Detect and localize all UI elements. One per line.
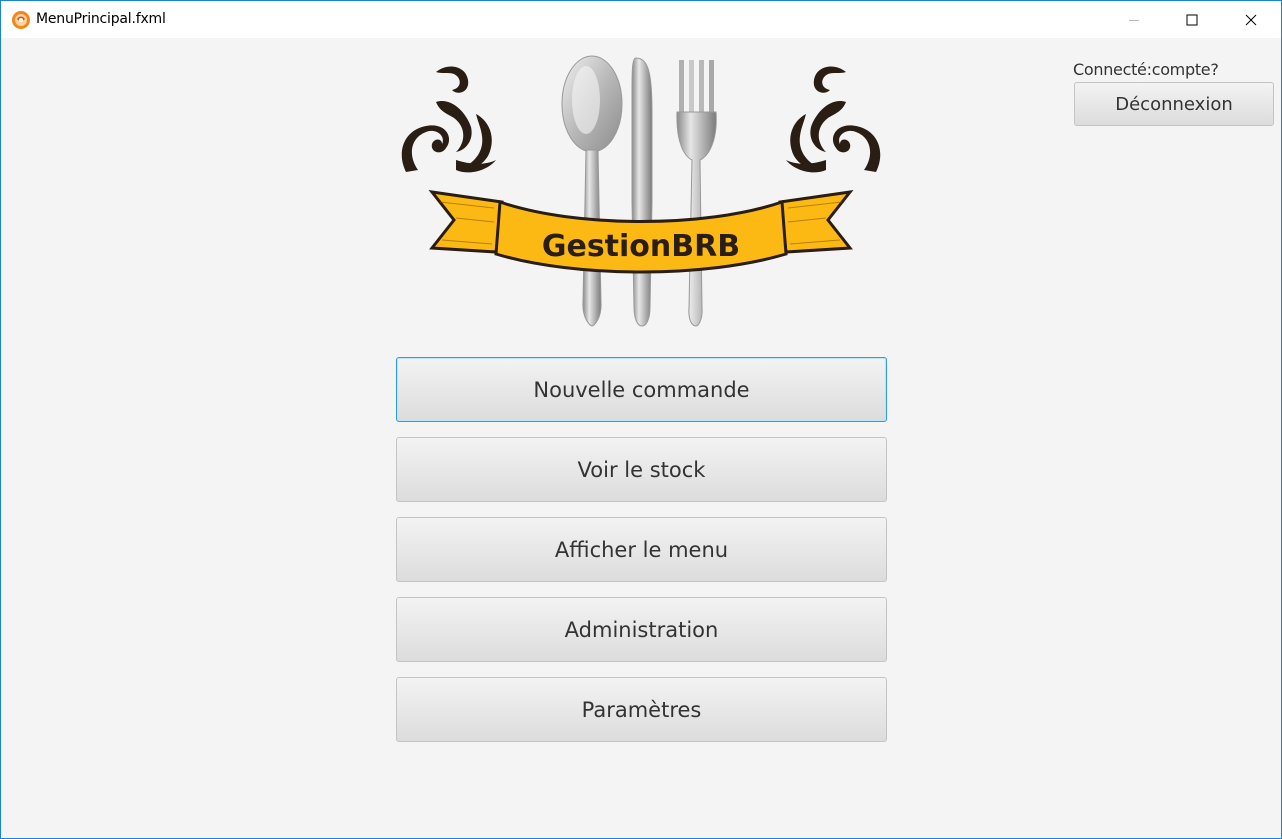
- administration-button[interactable]: Administration: [396, 597, 887, 662]
- app-window: MenuPrincipal.fxml GestionBRB Connecté:c…: [0, 0, 1282, 839]
- window-title: MenuPrincipal.fxml: [36, 11, 166, 27]
- new-order-button[interactable]: Nouvelle commande: [396, 357, 887, 422]
- close-icon: [1245, 14, 1257, 25]
- java-fx-app-icon: [12, 11, 30, 29]
- close-button[interactable]: [1228, 1, 1274, 38]
- fork-icon: [676, 60, 717, 327]
- show-menu-button[interactable]: Afficher le menu: [396, 517, 887, 582]
- maximize-icon: [1186, 14, 1198, 25]
- maximize-button[interactable]: [1169, 1, 1215, 38]
- connected-user-label: Connecté:compte?: [1073, 60, 1219, 79]
- gestionbrb-logo: GestionBRB: [401, 55, 881, 327]
- view-stock-button[interactable]: Voir le stock: [396, 437, 887, 502]
- settings-button[interactable]: Paramètres: [396, 677, 887, 742]
- title-bar[interactable]: MenuPrincipal.fxml: [1, 1, 1281, 38]
- logout-button[interactable]: Déconnexion: [1074, 82, 1274, 126]
- minimize-icon: [1129, 19, 1139, 21]
- right-flourish-icon: [786, 66, 881, 173]
- spoon-icon: [561, 55, 623, 327]
- knife-icon: [631, 57, 653, 327]
- logo-text: GestionBRB: [542, 229, 740, 264]
- main-content: GestionBRB Connecté:compte? Déconnexion …: [1, 38, 1281, 838]
- minimize-button[interactable]: [1111, 1, 1157, 38]
- left-flourish-icon: [401, 66, 496, 173]
